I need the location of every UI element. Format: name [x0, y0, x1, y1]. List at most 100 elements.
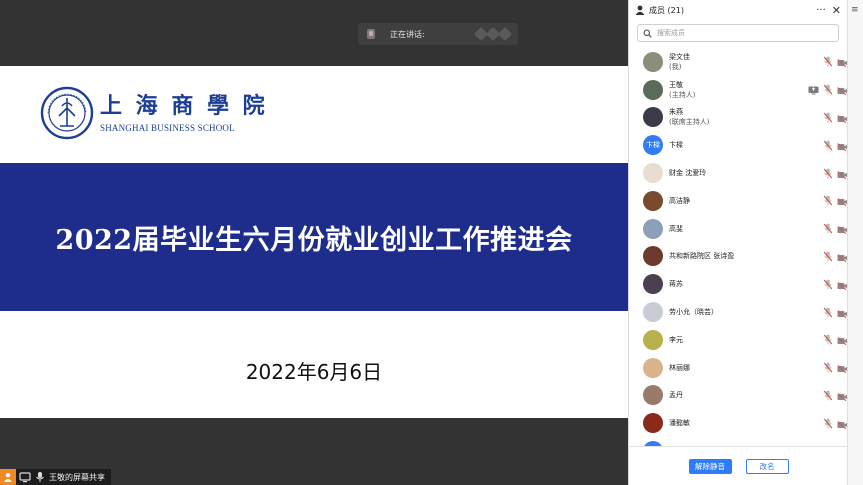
member-row[interactable]: 孟丹 — [629, 382, 848, 410]
member-row[interactable]: 潘懿敏 — [629, 409, 848, 437]
member-name: 劳小允（晓芸） — [669, 308, 718, 317]
mic-muted-icon[interactable] — [823, 52, 833, 71]
member-name: 王敬 — [669, 80, 683, 89]
unmute-all-button[interactable]: 解除静音 — [688, 458, 732, 474]
member-row[interactable]: 蒋苏 — [629, 270, 848, 298]
member-row[interactable] — [629, 437, 848, 446]
avatar — [643, 51, 663, 72]
mic-muted-icon[interactable] — [823, 303, 833, 322]
avatar — [643, 329, 663, 350]
more-icon[interactable]: ··· — [816, 5, 826, 16]
member-name: 李元 — [669, 335, 683, 344]
member-name: 潘懿敏 — [669, 419, 690, 428]
member-status-icons — [823, 354, 848, 382]
speaker-avatar-icon — [367, 29, 375, 39]
mic-muted-icon[interactable] — [823, 275, 833, 294]
screen-share-icon[interactable] — [808, 80, 819, 99]
member-name: 蒋苏 — [669, 280, 683, 289]
member-status-icons — [823, 298, 848, 326]
mic-muted-icon[interactable] — [823, 247, 833, 266]
avatar — [643, 385, 663, 406]
shared-screen-stage: 正在讲话: 上 海 商 學 院 SHANGHAI BUSINESS SCHOOL — [0, 0, 628, 485]
member-row[interactable]: 李元 — [629, 326, 848, 354]
member-row[interactable]: 卞樑 卞樑 — [629, 131, 848, 159]
avatar — [643, 163, 663, 184]
member-status-icons — [823, 187, 848, 215]
member-status-icons — [823, 270, 848, 298]
rename-button[interactable]: 改名 — [745, 458, 789, 474]
screen-share-icon — [19, 472, 31, 483]
close-icon[interactable]: ✕ — [832, 4, 841, 17]
mic-muted-icon[interactable] — [823, 386, 833, 405]
member-search-box[interactable] — [637, 24, 839, 42]
member-status-icons — [823, 159, 848, 187]
speaking-label: 正在讲话: — [390, 29, 425, 39]
member-role: (联席主持人) — [669, 118, 710, 127]
avatar — [643, 357, 663, 378]
member-status-icons — [823, 382, 848, 410]
member-status-icons — [823, 48, 848, 76]
member-search-input[interactable] — [657, 29, 827, 37]
mic-muted-icon[interactable] — [823, 108, 833, 127]
slide-title-band: 2022届毕业生六月份就业创业工作推进会 — [0, 163, 628, 311]
member-row[interactable]: 朱燕 (联席主持人) — [629, 104, 848, 132]
member-row[interactable]: 财金 沈爱玲 — [629, 159, 848, 187]
member-role: (主持人) — [669, 90, 696, 99]
members-icon — [635, 5, 645, 15]
member-status-icons — [823, 104, 848, 132]
member-row[interactable]: 劳小允（晓芸） — [629, 298, 848, 326]
mic-muted-icon[interactable] — [823, 136, 833, 155]
avatar — [643, 218, 663, 239]
meeting-window: 正在讲话: 上 海 商 學 院 SHANGHAI BUSINESS SCHOOL — [0, 0, 863, 485]
members-panel-footer: 解除静音 改名 — [629, 446, 848, 485]
member-row[interactable]: 高斐 — [629, 215, 848, 243]
logo-chinese-name: 上 海 商 學 院 — [100, 93, 268, 119]
logo-english-name: SHANGHAI BUSINESS SCHOOL — [100, 123, 235, 133]
member-status-icons — [823, 409, 848, 437]
member-name: 财金 沈爱玲 — [669, 169, 707, 178]
menu-icon[interactable]: ≡ — [851, 5, 859, 15]
member-name: 梁文佳 — [669, 52, 690, 61]
member-name: 共和新路院区 张诗盈 — [669, 252, 735, 261]
avatar: 卞樑 — [643, 135, 663, 156]
members-panel-title: 成员 (21) — [649, 5, 684, 15]
avatar — [643, 190, 663, 211]
members-list: 梁文佳 (我) 王敬 (主持人) 朱燕 (联席主持人) 卞樑 卞樑 财金 沈爱玲 高洁静 高斐 共和新… — [629, 48, 848, 446]
mic-muted-icon[interactable] — [823, 358, 833, 377]
member-name: 高洁静 — [669, 196, 690, 205]
slide-title: 2022届毕业生六月份就业创业工作推进会 — [55, 224, 573, 256]
speaking-indicator: 正在讲话: — [358, 23, 518, 45]
mic-muted-icon[interactable] — [823, 164, 833, 183]
avatar — [643, 413, 663, 434]
mic-muted-icon[interactable] — [823, 414, 833, 433]
member-name: 卞樑 — [669, 141, 683, 150]
mic-muted-icon[interactable] — [823, 219, 833, 238]
search-icon — [643, 29, 652, 38]
member-status-icons — [823, 215, 848, 243]
member-name: 孟丹 — [669, 391, 683, 400]
school-logo: 上 海 商 學 院 SHANGHAI BUSINESS SCHOOL — [40, 86, 268, 140]
avatar — [643, 79, 663, 100]
member-row[interactable]: 共和新路院区 张诗盈 — [629, 243, 848, 271]
members-panel-header: 成员 (21) ··· ✕ — [629, 0, 847, 20]
member-role: (我) — [669, 62, 682, 71]
user-icon — [0, 469, 16, 485]
screen-share-tag[interactable]: 王敬的屏幕共享 — [0, 469, 111, 485]
member-row[interactable]: 高洁静 — [629, 187, 848, 215]
member-row[interactable]: 梁文佳 (我) — [629, 48, 848, 76]
avatar — [643, 246, 663, 267]
mic-muted-icon[interactable] — [823, 330, 833, 349]
member-name: 朱燕 — [669, 108, 683, 117]
mic-muted-icon[interactable] — [823, 191, 833, 210]
member-status-icons — [808, 76, 848, 104]
member-status-icons — [823, 243, 848, 271]
member-row[interactable]: 林丽娜 — [629, 354, 848, 382]
members-panel: 成员 (21) ··· ✕ 梁文佳(我)王敬(主持人)朱燕(联席主持人)卞樑卞樑… — [628, 0, 848, 485]
avatar — [643, 302, 663, 323]
speaking-names-blurred — [473, 26, 513, 42]
mic-muted-icon[interactable] — [823, 80, 833, 99]
member-name: 林丽娜 — [669, 363, 690, 372]
avatar — [643, 107, 663, 128]
presentation-slide: 上 海 商 學 院 SHANGHAI BUSINESS SCHOOL 2022届… — [0, 66, 628, 418]
member-row[interactable]: 王敬 (主持人) — [629, 76, 848, 104]
